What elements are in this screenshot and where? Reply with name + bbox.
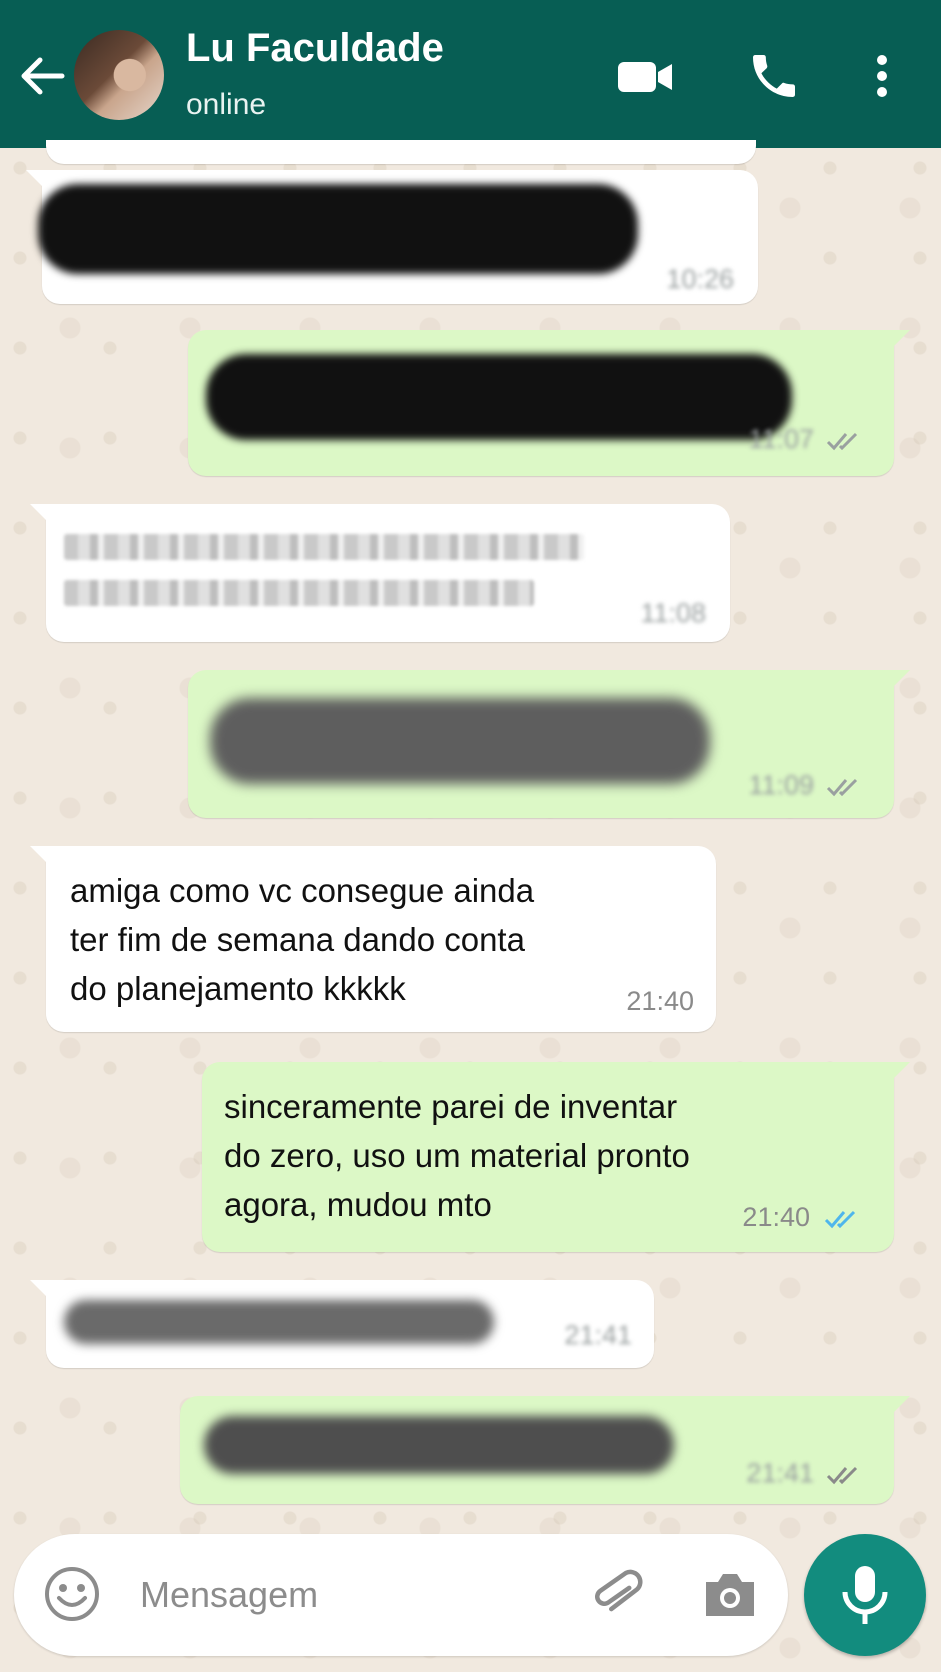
read-ticks-icon [826,778,858,797]
message-bubble-incoming[interactable]: 21:41 [30,1280,654,1368]
message-time: 11:09 [748,770,814,800]
message-input[interactable] [138,1568,562,1622]
phone-call-icon[interactable] [746,48,802,104]
back-arrow-icon[interactable] [18,48,66,104]
message-bubble-partial [46,140,756,164]
message-time: 21:41 [746,1458,814,1488]
message-time: 10:26 [666,264,734,294]
message-bubble-outgoing[interactable]: 11:09 [188,670,910,818]
microphone-button[interactable] [804,1534,926,1656]
read-ticks-icon [824,1210,856,1229]
message-text: amiga como vc consegue ainda ter fim de … [70,872,535,1007]
read-ticks-icon [826,1466,858,1485]
emoji-icon[interactable] [42,1564,102,1624]
message-bubble-incoming[interactable]: amiga como vc consegue ainda ter fim de … [30,846,716,1032]
paperclip-icon[interactable] [588,1564,648,1624]
redaction-mark [64,1300,494,1344]
message-bubble-incoming[interactable]: 10:26 [26,170,758,304]
message-text: sinceramente parei de inventar do zero, … [224,1088,690,1223]
microphone-icon [842,1566,888,1624]
redaction-mark [210,698,710,784]
redaction-mark [38,184,638,274]
contact-avatar[interactable] [74,30,164,120]
chat-header: Lu Faculdade online [0,0,941,148]
message-time: 21:41 [564,1320,632,1350]
redaction-mark [206,354,792,440]
message-time: 21:40 [742,1202,810,1232]
message-bubble-incoming[interactable]: 11:08 [30,504,730,642]
message-time: 11:07 [748,424,814,454]
message-time: 11:08 [640,598,706,628]
contact-status: online [186,88,267,121]
message-bubble-outgoing[interactable]: sinceramente parei de inventar do zero, … [202,1062,910,1252]
more-options-icon[interactable] [868,48,896,104]
message-bubble-outgoing[interactable]: 11:07 [188,330,910,476]
message-composer [14,1534,788,1656]
contact-name[interactable]: Lu Faculdade [186,26,444,71]
video-call-icon[interactable] [616,48,676,104]
camera-icon[interactable] [702,1568,758,1620]
message-time: 21:40 [626,986,694,1016]
redaction-mark [204,1416,674,1474]
redaction-mark [64,580,534,606]
redaction-mark [64,534,584,560]
read-ticks-icon [826,432,858,451]
message-bubble-outgoing[interactable]: 21:41 [180,1396,910,1504]
